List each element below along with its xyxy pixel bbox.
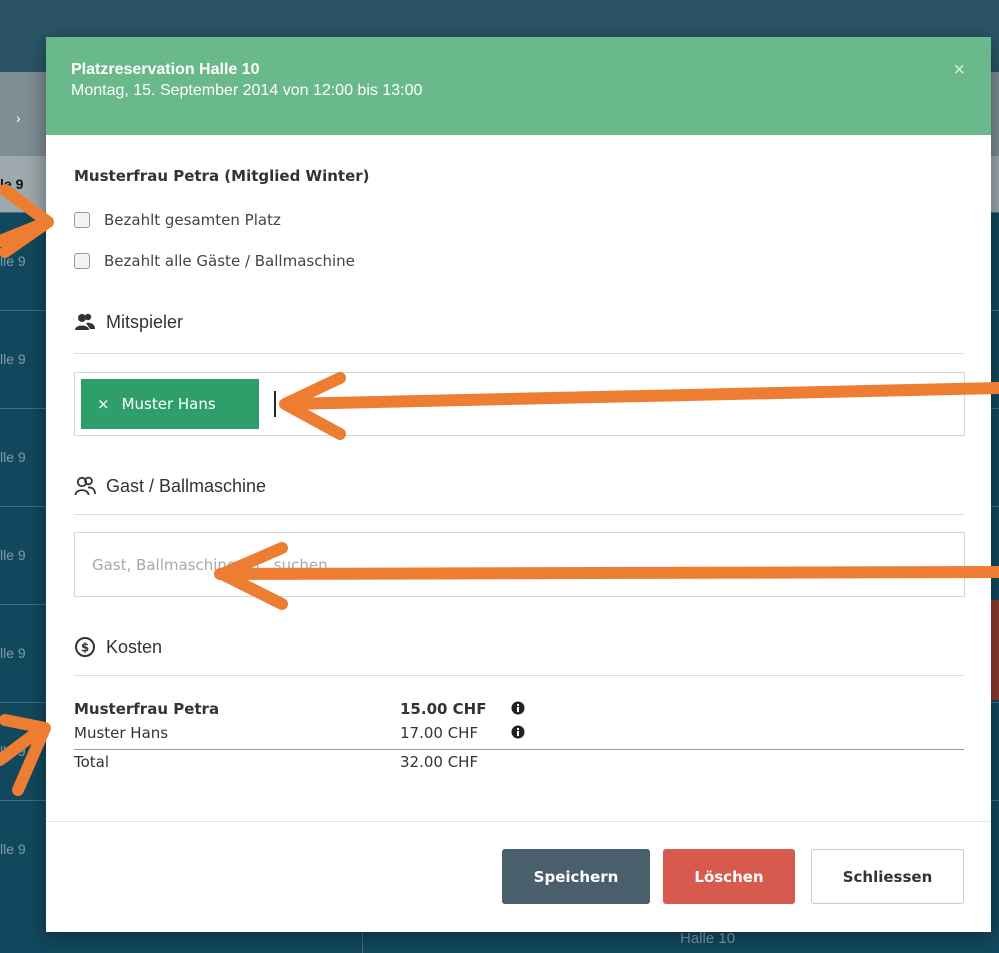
slot-label: lle 9 [0, 449, 26, 465]
text-caret [274, 391, 276, 417]
section-title-players: Mitspieler [74, 311, 183, 333]
section-title-guests: Gast / Ballmaschine [74, 475, 266, 497]
section-title-costs: $ Kosten [74, 636, 162, 658]
cost-total-label: Total [74, 753, 110, 771]
modal-subtitle: Montag, 15. September 2014 von 12:00 bis… [71, 82, 423, 99]
checkbox-row-pays-court[interactable]: Bezahlt gesamten Platz [74, 211, 281, 229]
svg-text:$: $ [81, 641, 89, 655]
section-title-costs-label: Kosten [106, 636, 163, 657]
pays-court-checkbox[interactable] [74, 212, 90, 228]
calendar-divider [362, 930, 363, 953]
cost-total-row: Total 32.00 CHF [74, 749, 964, 773]
slot-label: lle 9 [0, 253, 26, 269]
cost-amount: 15.00 CHF [400, 700, 487, 718]
pays-court-label: Bezahlt gesamten Platz [104, 211, 281, 229]
slot-label: lle 9 [0, 547, 26, 563]
cost-row: Muster Hans 17.00 CHF [74, 721, 964, 745]
slot-label: lle 9 [0, 351, 26, 367]
delete-button[interactable]: Löschen [663, 849, 795, 904]
player-tag: × Muster Hans [81, 379, 259, 429]
dollar-circle-icon: $ [75, 637, 95, 657]
section-title-guests-label: Gast / Ballmaschine [106, 475, 267, 496]
info-icon[interactable] [511, 725, 525, 739]
column-header-label: le 9 [0, 176, 24, 192]
close-icon[interactable]: × [953, 59, 965, 82]
save-button[interactable]: Speichern [502, 849, 650, 904]
users-icon [75, 313, 95, 330]
user-outline-icon [74, 476, 96, 496]
player-tag-label: Muster Hans [121, 395, 216, 413]
section-divider [74, 514, 964, 515]
member-name: Musterfrau Petra (Mitglied Winter) [74, 167, 370, 185]
slot-label: lle 9 [0, 645, 26, 661]
reservation-modal: Platzreservation Halle 10 Montag, 15. Se… [46, 37, 991, 932]
slot-label: lle 9 [0, 841, 26, 857]
calendar-next-button[interactable]: › [4, 100, 34, 136]
checkbox-row-pays-guests[interactable]: Bezahlt alle Gäste / Ballmaschine [74, 252, 355, 270]
calendar-footer-label: Halle 10 [680, 930, 736, 947]
cost-name: Musterfrau Petra [74, 700, 220, 718]
cost-total-amount: 32.00 CHF [400, 753, 479, 771]
cost-amount: 17.00 CHF [400, 724, 479, 742]
slot-label: lle 9 [0, 743, 26, 759]
section-divider [74, 353, 964, 354]
cost-row: Musterfrau Petra 15.00 CHF [74, 697, 964, 721]
cost-name: Muster Hans [74, 724, 169, 742]
modal-footer-divider [46, 821, 991, 822]
players-tag-input[interactable]: × Muster Hans [74, 372, 965, 436]
modal-header: Platzreservation Halle 10 Montag, 15. Se… [46, 37, 991, 135]
section-title-players-label: Mitspieler [106, 311, 184, 332]
pays-guests-checkbox[interactable] [74, 253, 90, 269]
pays-guests-label: Bezahlt alle Gäste / Ballmaschine [104, 252, 355, 270]
remove-tag-icon[interactable]: × [97, 395, 110, 413]
close-button[interactable]: Schliessen [811, 849, 964, 904]
modal-title: Platzreservation Halle 10 [71, 61, 260, 78]
section-divider [74, 675, 964, 676]
info-icon[interactable] [511, 701, 525, 715]
guest-search-input[interactable] [74, 532, 965, 597]
cost-table: Musterfrau Petra 15.00 CHF Muster Hans 1… [74, 697, 964, 773]
